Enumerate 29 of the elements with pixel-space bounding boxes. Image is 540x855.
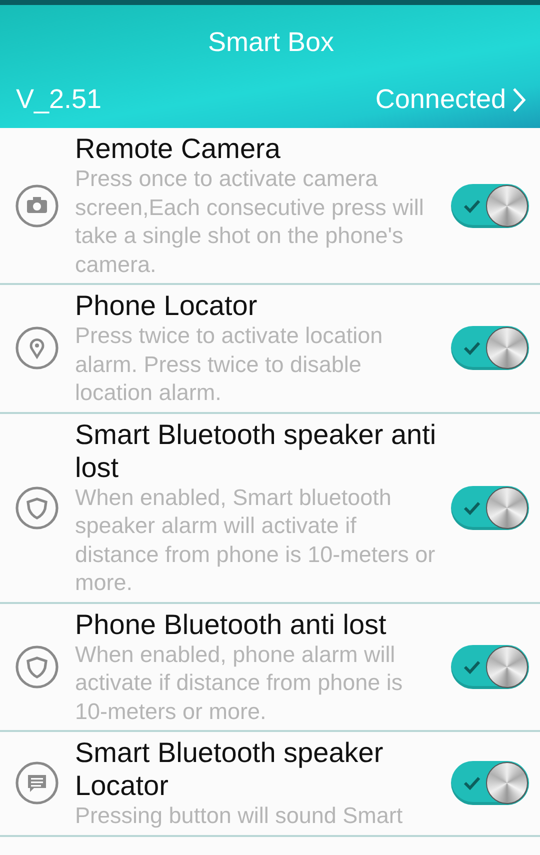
- message-icon: [15, 761, 59, 806]
- version-label: V_2.51: [16, 84, 102, 115]
- chevron-right-icon: [512, 86, 526, 112]
- toggle-switch[interactable]: [451, 184, 529, 228]
- check-icon: [463, 198, 481, 214]
- location-pin-icon: [15, 326, 59, 370]
- setting-title: Remote Camera: [75, 132, 282, 165]
- setting-description: Press twice to activate location alarm. Press twice to disable location alarm.: [75, 322, 384, 407]
- setting-title: Phone Locator: [75, 289, 258, 322]
- shield-icon: [15, 644, 59, 689]
- shield-icon: [15, 486, 59, 530]
- toggle-switch[interactable]: [451, 644, 529, 689]
- check-icon: [463, 775, 481, 792]
- setting-description: When enabled, Smart bluetooth speaker alarm will activate if distance from phone is 10-meters or more.: [75, 484, 436, 597]
- setting-description: Pressing button will sound Smart: [75, 802, 404, 830]
- app-title: Smart Box: [206, 27, 336, 58]
- check-icon: [463, 340, 481, 356]
- connection-status-link[interactable]: Connected: [375, 84, 526, 115]
- setting-title: Smart Bluetooth speaker anti lost: [75, 418, 437, 484]
- camera-icon: [15, 184, 59, 228]
- toggle-switch[interactable]: [451, 326, 529, 370]
- toggle-switch[interactable]: [451, 486, 529, 530]
- check-icon: [463, 500, 481, 516]
- setting-title: Smart Bluetooth speaker Locator: [75, 736, 384, 802]
- setting-title: Phone Bluetooth anti lost: [75, 608, 388, 640]
- check-icon: [463, 658, 481, 675]
- setting-description: Press once to activate camera screen,Each consecutive press will take a single shot on the phone's camera.: [75, 165, 425, 278]
- setting-description: When enabled, phone alarm will activate if distance from phone is 10-meters or more.: [75, 640, 404, 726]
- toggle-switch[interactable]: [451, 761, 529, 806]
